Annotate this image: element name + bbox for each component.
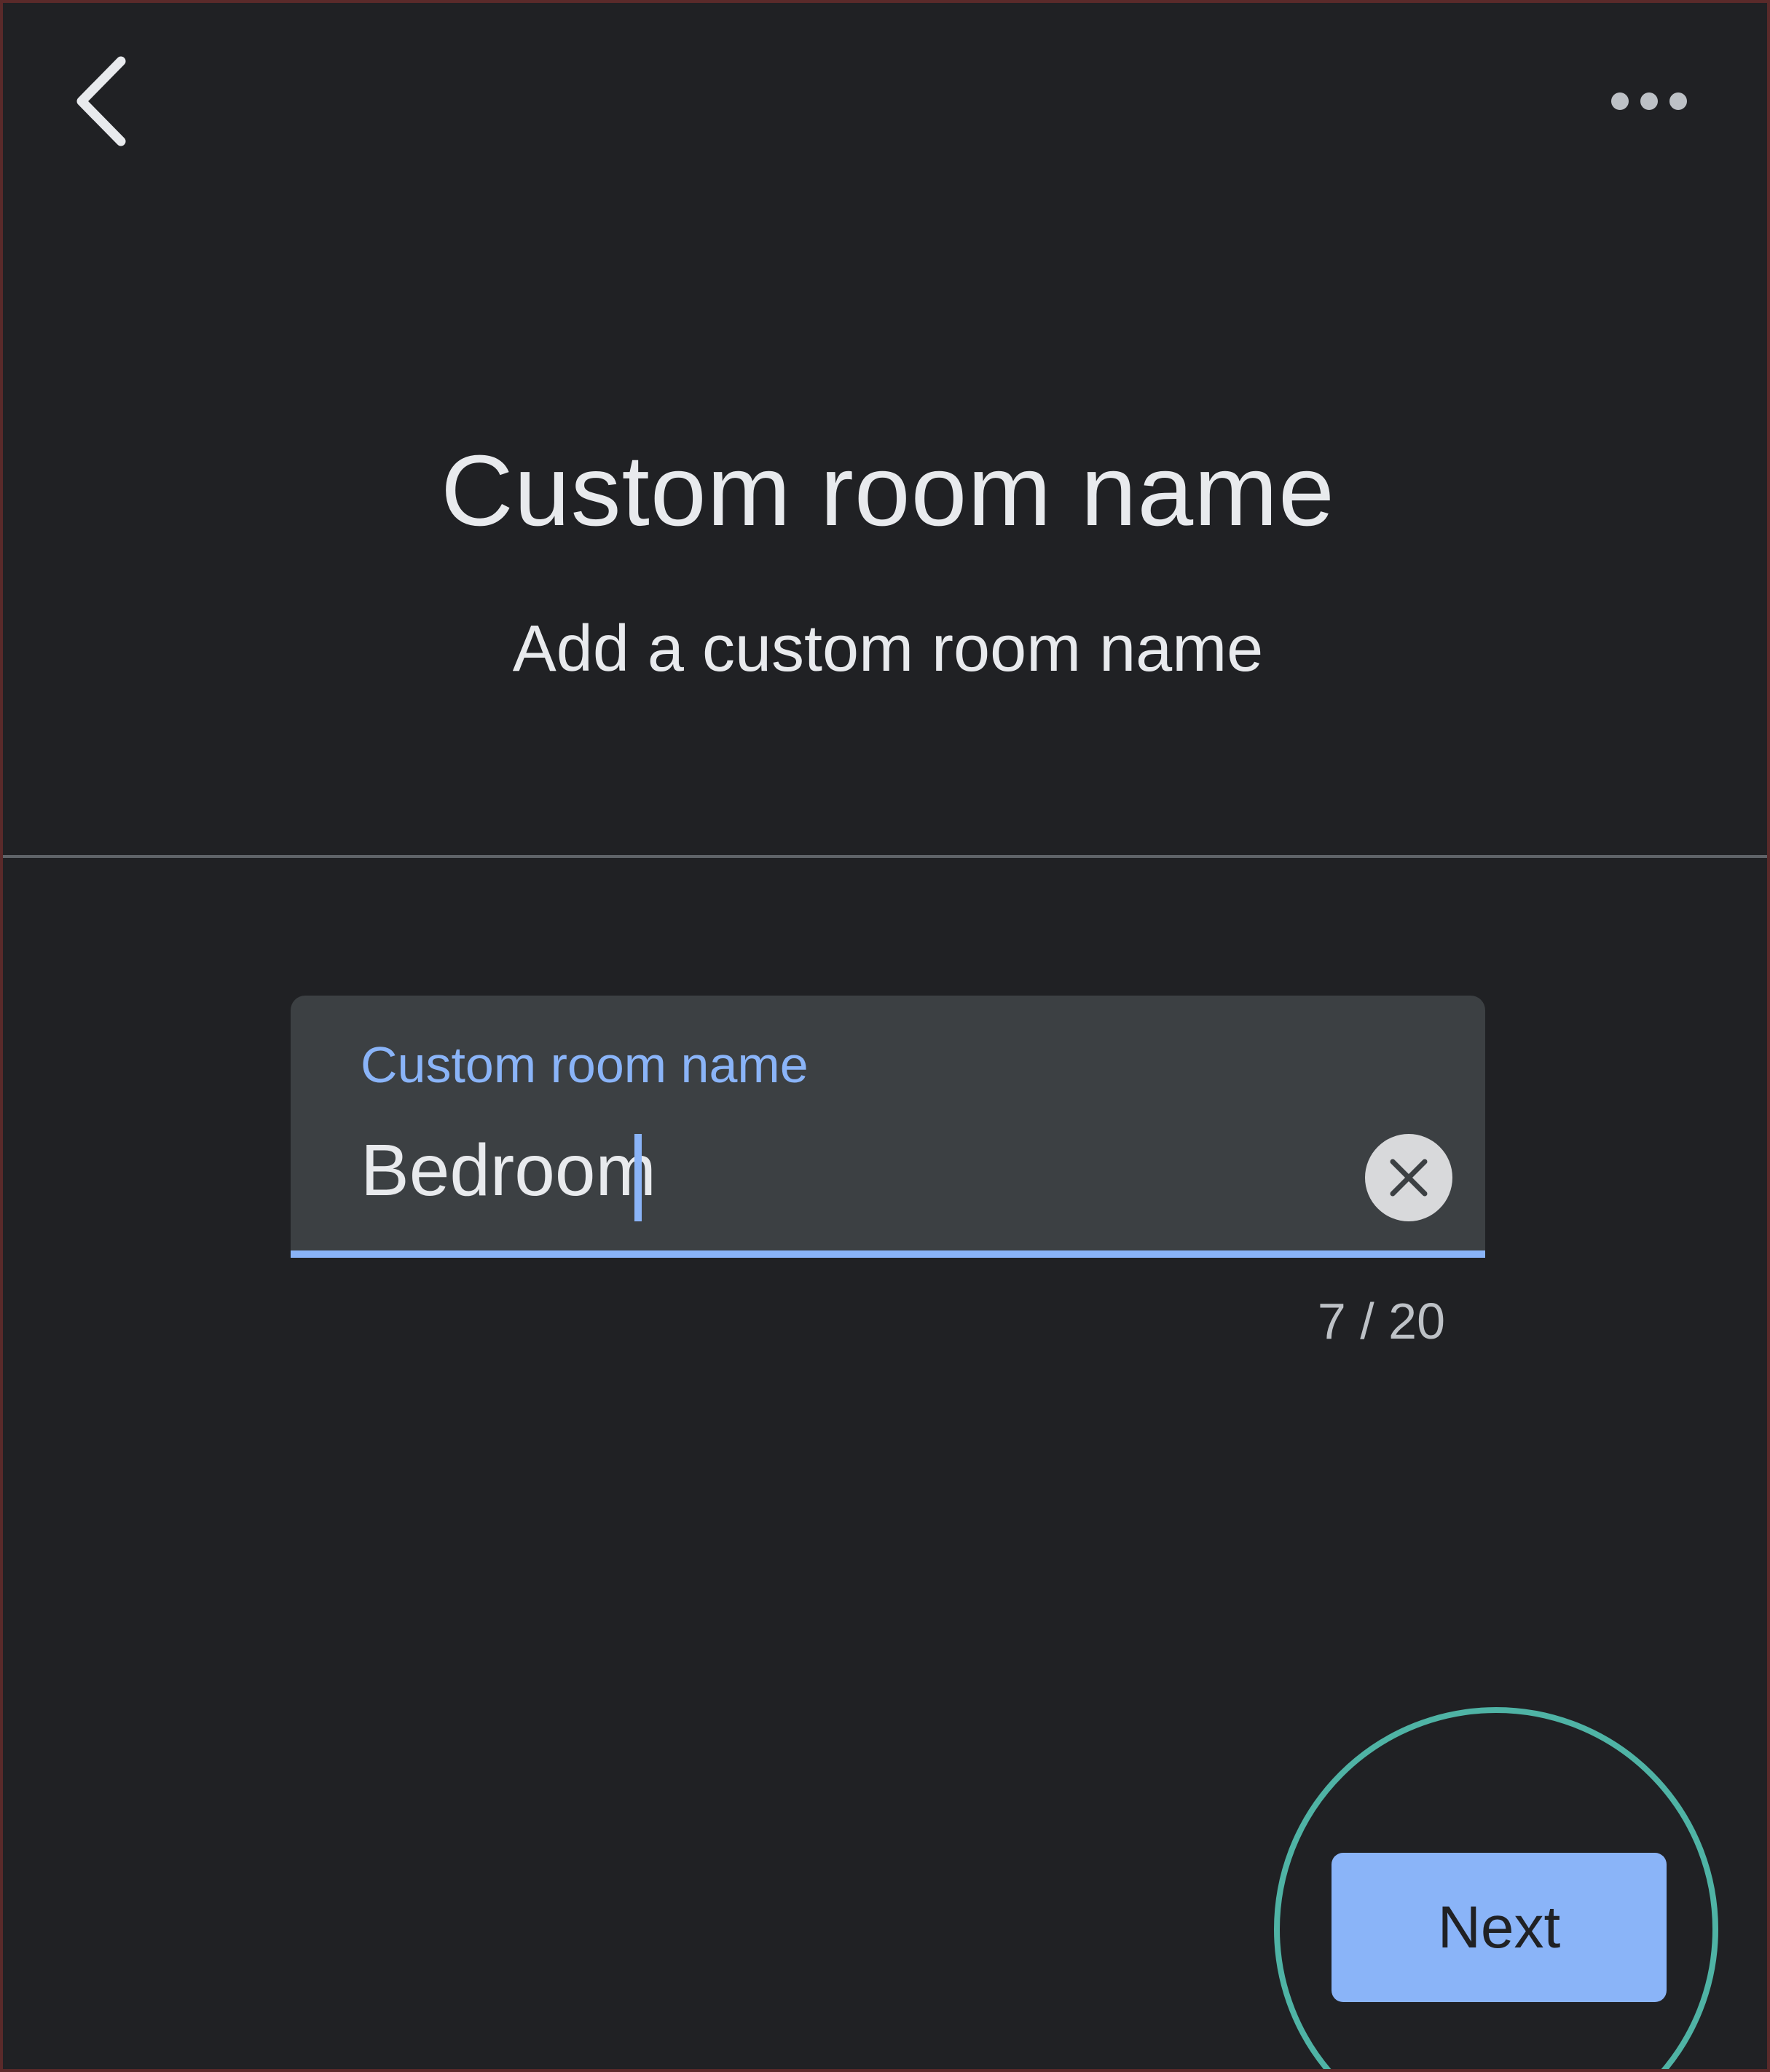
back-button[interactable] <box>61 47 141 156</box>
field-label: Custom room name <box>361 1036 809 1093</box>
page-title: Custom room name <box>441 435 1335 547</box>
room-name-screen: Custom room name Add a custom room name … <box>0 0 1770 2072</box>
field-underline <box>291 1250 1485 1258</box>
close-icon <box>1390 1159 1428 1197</box>
page-subtitle: Add a custom room name <box>512 612 1264 685</box>
room-name-field[interactable]: Custom room name <box>291 996 1485 1258</box>
next-button[interactable]: Next <box>1332 1853 1667 2002</box>
chevron-left-icon <box>76 56 126 146</box>
text-cursor <box>634 1134 642 1221</box>
divider <box>3 855 1767 858</box>
room-name-input[interactable] <box>361 1127 1307 1214</box>
character-counter: 7 / 20 <box>1317 1293 1445 1350</box>
clear-input-button[interactable] <box>1365 1134 1452 1221</box>
more-options-button[interactable] <box>1598 72 1700 130</box>
more-horizontal-icon <box>1611 92 1687 110</box>
